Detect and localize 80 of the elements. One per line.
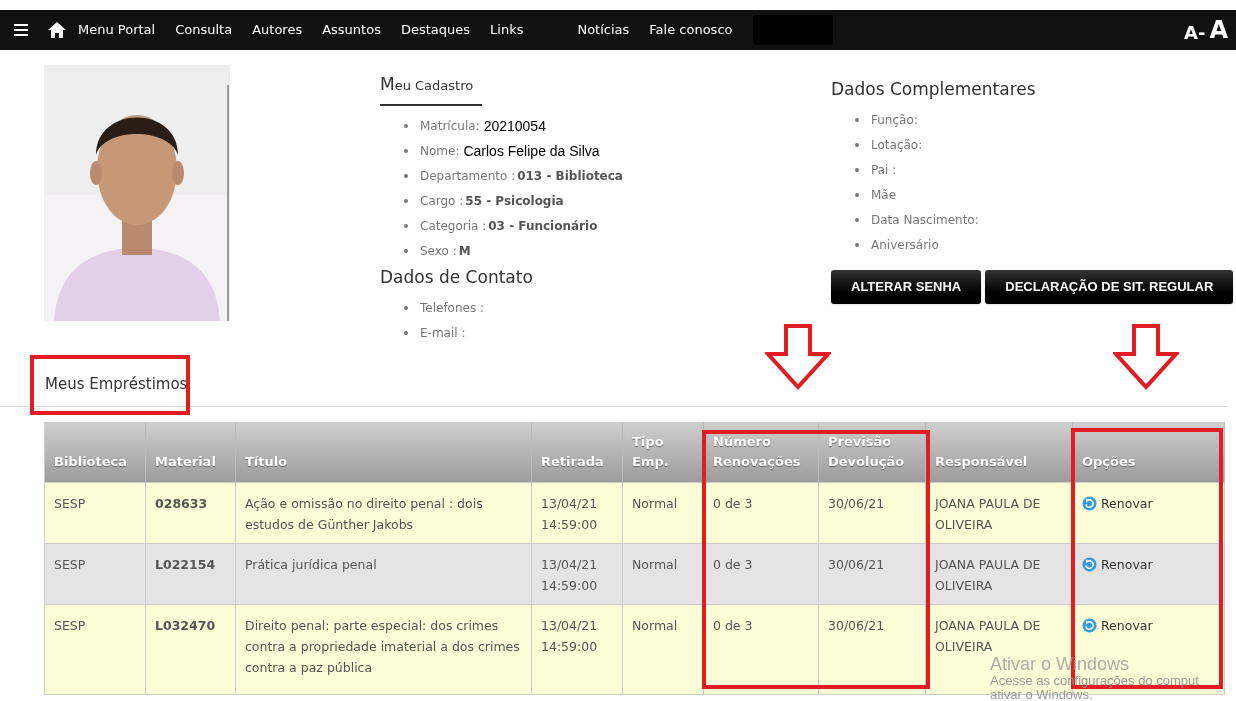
refresh-icon — [1082, 617, 1097, 633]
field-label: Aniversário — [871, 237, 939, 254]
section-title: Dados de Contato — [380, 265, 534, 289]
table-cell: Normal — [632, 617, 678, 633]
table-cell: 0 de 3 — [713, 495, 753, 511]
section-title: Meu Cadastro — [380, 65, 482, 106]
column-header: Previsão Devolução — [818, 422, 926, 482]
home-icon[interactable] — [48, 22, 66, 38]
increase-font-button[interactable]: A — [1209, 18, 1228, 42]
nav-link[interactable]: Assuntos — [322, 20, 381, 40]
table-cell: SESP — [54, 556, 86, 572]
table-cell: 30/06/21 — [828, 495, 885, 511]
table-cell: 0 de 3 — [713, 617, 753, 633]
field-value: 20210054 — [483, 116, 546, 136]
menu-icon[interactable] — [14, 24, 28, 36]
field-label: Matrícula: — [420, 118, 480, 135]
column-header: Retirada — [531, 422, 623, 482]
field-label: Função: — [871, 112, 918, 129]
table-cell: Direito penal: parte especial: dos crimes contra a propriedade imaterial a dos crimes contra a paz pública — [245, 617, 520, 675]
decrease-font-button[interactable]: A- — [1184, 24, 1206, 42]
nav-link[interactable]: Consulta — [175, 20, 233, 40]
table-cell: SESP — [54, 495, 86, 511]
column-header: Responsável — [925, 422, 1073, 482]
table-cell: JOANA PAULA DE OLIVEIRA — [935, 617, 1041, 654]
activation-text: ativar o Windows. — [990, 688, 1093, 701]
field-label: Pai : — [871, 162, 897, 179]
nav-link[interactable]: Menu Portal — [78, 20, 156, 40]
action-button[interactable]: DECLARAÇÃO DE SIT. REGULAR — [985, 269, 1234, 304]
column-header: Título — [235, 422, 532, 482]
section-title: Dados Complementares — [831, 78, 1037, 101]
field-label: Departamento : — [420, 168, 516, 185]
nav-link[interactable]: Links — [490, 20, 524, 40]
renew-link[interactable]: Renovar — [1082, 553, 1153, 575]
column-header: Número Renovações — [703, 422, 819, 482]
down-arrow-icon — [1113, 324, 1179, 390]
column-header: Tipo Emp. — [622, 422, 704, 482]
table-cell: 028633 — [155, 495, 208, 511]
field-label: Lotação: — [871, 137, 923, 154]
field-value: M — [458, 243, 471, 260]
table-cell: Ação e omissão no direito penal : dois estudos de Günther Jakobs — [245, 495, 483, 532]
renew-link[interactable]: Renovar — [1082, 492, 1153, 514]
action-button[interactable]: ALTERAR SENHA — [831, 269, 982, 304]
column-header: Opções — [1072, 422, 1225, 482]
field-label: Telefones : — [420, 299, 485, 317]
section-title: Meus Empréstimos — [45, 374, 189, 395]
table-cell: JOANA PAULA DE OLIVEIRA — [935, 556, 1041, 593]
field-value: 55 - Psicologia — [465, 193, 564, 210]
field-label: Nome: — [420, 143, 460, 160]
table-cell: 30/06/21 — [828, 556, 885, 572]
field-value: 03 - Funcionário — [488, 218, 598, 235]
table-cell: Normal — [632, 556, 678, 572]
refresh-icon — [1082, 556, 1097, 572]
field-label: E-mail : — [420, 324, 466, 342]
table-cell: 13/04/21 14:59:00 — [541, 495, 598, 532]
field-value: 013 - Biblioteca — [517, 168, 623, 185]
table-cell: SESP — [54, 617, 86, 633]
nav-link[interactable]: Notícias — [577, 20, 630, 40]
nav-link[interactable]: Autores — [252, 20, 303, 40]
down-arrow-icon — [765, 324, 831, 390]
table-cell: L022154 — [155, 556, 216, 572]
column-header: Biblioteca — [44, 422, 146, 482]
column-header: Material — [145, 422, 236, 482]
table-cell: 13/04/21 14:59:00 — [541, 617, 598, 654]
field-label: Categoria : — [420, 218, 487, 235]
table-cell: L032470 — [155, 617, 216, 633]
table-cell: 0 de 3 — [713, 556, 753, 572]
table-cell: JOANA PAULA DE OLIVEIRA — [935, 495, 1041, 532]
nav-link[interactable]: Destaques — [400, 20, 471, 40]
field-label: Cargo : — [420, 193, 464, 210]
table-cell: Normal — [632, 495, 678, 511]
field-value: Carlos Felipe da Silva — [463, 141, 600, 161]
field-label: Sexo : — [420, 243, 457, 260]
table-cell: Prática jurídica penal — [245, 556, 377, 572]
table-cell: 13/04/21 14:59:00 — [541, 556, 598, 593]
nav-link[interactable]: Fale conosco — [649, 20, 733, 40]
field-label: Mãe — [871, 187, 897, 204]
field-label: Data Nascimento: — [871, 212, 979, 229]
refresh-icon — [1082, 495, 1097, 511]
renew-link[interactable]: Renovar — [1082, 614, 1153, 636]
table-cell: 30/06/21 — [828, 617, 885, 633]
